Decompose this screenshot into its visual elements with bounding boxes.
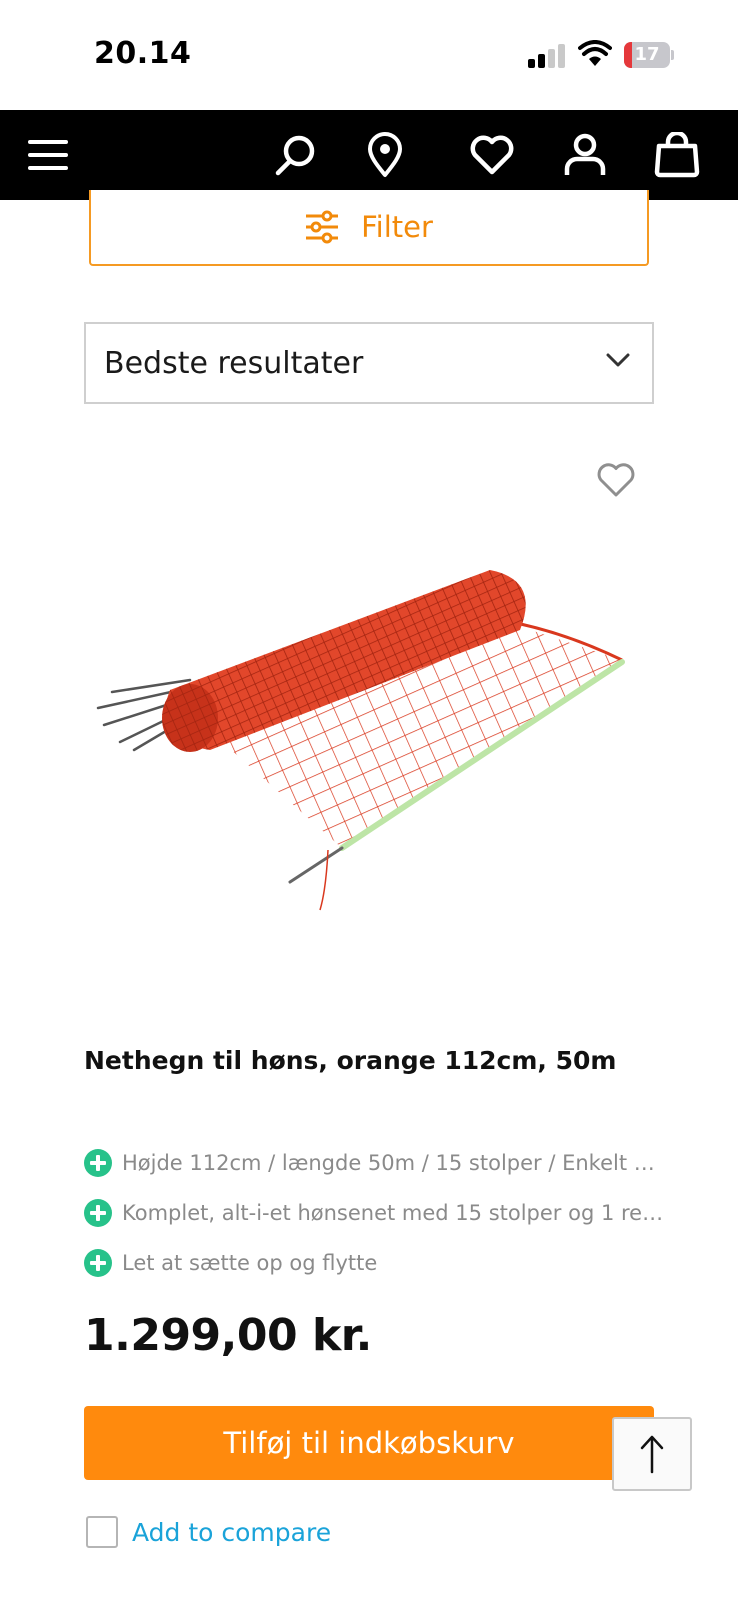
usp-item: Let at sætte op og flytte: [84, 1238, 664, 1288]
compare-toggle[interactable]: Add to compare: [86, 1516, 331, 1548]
usp-item: Højde 112cm / længde 50m / 15 stolper / …: [84, 1138, 664, 1188]
wifi-icon: [578, 40, 612, 66]
status-time: 20.14: [94, 36, 192, 71]
sort-selected-value: Bedste resultater: [104, 345, 364, 381]
usp-text: Højde 112cm / længde 50m / 15 stolper / …: [122, 1151, 664, 1175]
battery-level: 17: [634, 44, 660, 65]
filter-label: Filter: [361, 210, 433, 244]
top-nav-bar: [0, 110, 738, 200]
plus-circle-icon: [84, 1249, 112, 1277]
heart-icon[interactable]: [468, 110, 516, 200]
usp-text: Komplet, alt-i-et hønsenet med 15 stolpe…: [122, 1201, 664, 1225]
signal-icon: [528, 44, 565, 68]
plus-circle-icon: [84, 1149, 112, 1177]
product-title[interactable]: Nethegn til høns, orange 112cm, 50m: [84, 1046, 616, 1075]
usp-item: Komplet, alt-i-et hønsenet med 15 stolpe…: [84, 1188, 664, 1238]
status-bar: 20.14 17: [0, 0, 738, 110]
chevron-down-icon: [606, 353, 630, 367]
page: 20.14 17 Filter Bedste resultater Netheg…: [0, 0, 738, 1600]
sliders-icon: [306, 210, 339, 244]
bag-icon[interactable]: [652, 110, 702, 200]
arrow-up-icon: [640, 1435, 664, 1474]
usp-text: Let at sætte op og flytte: [122, 1251, 378, 1275]
filter-button[interactable]: Filter: [89, 190, 649, 266]
compare-checkbox[interactable]: [86, 1516, 118, 1548]
menu-icon[interactable]: [26, 110, 70, 200]
battery-icon: 17: [624, 42, 674, 68]
search-icon[interactable]: [272, 110, 318, 200]
product-image[interactable]: [90, 560, 650, 940]
location-pin-icon[interactable]: [364, 110, 406, 200]
compare-label[interactable]: Add to compare: [132, 1518, 331, 1547]
scroll-to-top-button[interactable]: [612, 1417, 692, 1491]
heart-outline-icon: [597, 463, 635, 497]
product-price: 1.299,00 kr.: [84, 1310, 372, 1361]
add-to-cart-button[interactable]: Tilføj til indkøbskurv: [84, 1406, 654, 1480]
wishlist-button[interactable]: [596, 462, 636, 502]
sort-select[interactable]: Bedste resultater: [84, 322, 654, 404]
plus-circle-icon: [84, 1199, 112, 1227]
user-icon[interactable]: [562, 110, 608, 200]
usp-list: Højde 112cm / længde 50m / 15 stolper / …: [84, 1138, 664, 1288]
add-to-cart-label: Tilføj til indkøbskurv: [223, 1426, 515, 1460]
